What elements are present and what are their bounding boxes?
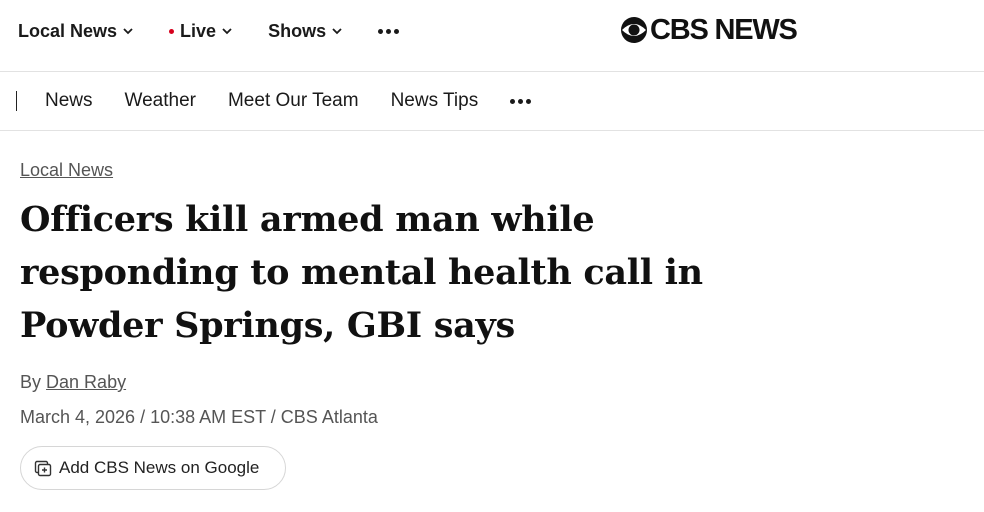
add-on-google-label: Add CBS News on Google [59,458,260,477]
shows-label: Shows [268,20,327,41]
add-on-google-button[interactable]: Add CBS News on Google [20,446,286,490]
chevron-down-icon [222,28,232,35]
add-source-icon [34,460,52,477]
chevron-down-icon [123,28,133,35]
more-icon[interactable] [510,98,534,104]
live-dot-icon [169,28,175,34]
section-bar: News Weather Meet Our Team News Tips [0,72,984,131]
local-news-label: Local News [18,20,118,41]
section-nav: News Weather Meet Our Team News Tips [16,88,534,114]
article-header: Local News Officers kill armed man while… [20,160,960,428]
shows-menu[interactable]: Shows [268,21,344,42]
dateline: March 4, 2026 / 10:38 AM EST / CBS Atlan… [20,407,378,427]
local-news-menu[interactable]: Local News [18,21,135,42]
primary-nav: Local News Live Shows [18,18,402,44]
author-link[interactable]: Dan Raby [46,372,126,392]
subnav-weather[interactable]: Weather [125,90,196,112]
subnav-meet-our-team[interactable]: Meet Our Team [228,90,359,112]
cbs-eye-icon [621,17,647,43]
more-icon[interactable] [378,28,402,34]
top-bar: Local News Live Shows CBS NEWS [0,0,984,72]
logo-text: CBS NEWS [650,13,798,46]
live-menu[interactable]: Live [169,21,234,42]
article-headline: Officers kill armed man while responding… [20,199,703,346]
subnav-news[interactable]: News [45,90,93,112]
byline: By Dan Raby [20,372,960,393]
cbs-news-logo[interactable]: CBS NEWS [620,13,798,46]
subnav-news-tips[interactable]: News Tips [391,90,479,112]
byline-prefix: By [20,372,42,392]
section-link[interactable]: Local News [20,160,113,180]
live-label: Live [180,20,217,41]
nav-divider [16,91,17,111]
chevron-down-icon [332,28,342,35]
